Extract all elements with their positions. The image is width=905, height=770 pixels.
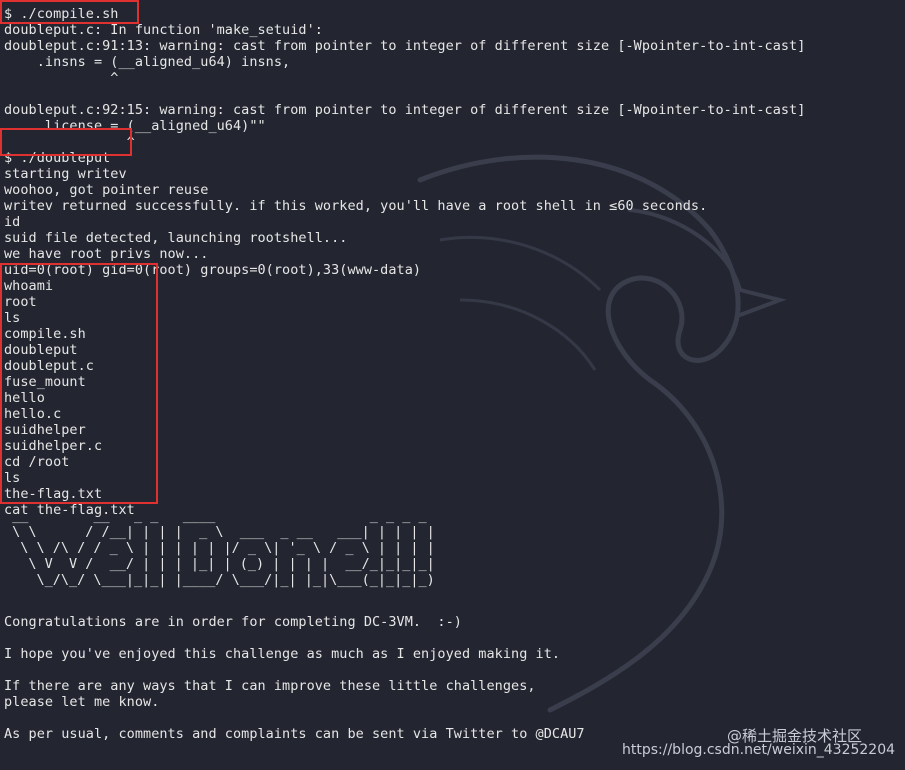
terminal-line: doubleput.c: In function 'make_setuid': — [4, 22, 323, 38]
message-line: Congratulations are in order for complet… — [4, 614, 462, 630]
highlight-doubleput-command — [0, 128, 132, 156]
terminal-window[interactable]: $ ./compile.sh doubleput.c: In function '… — [0, 0, 905, 770]
terminal-line: woohoo, got pointer reuse — [4, 182, 209, 198]
message-line: If there are any ways that I can improve… — [4, 678, 536, 694]
terminal-line: starting writev — [4, 166, 127, 182]
watermark-url: https://blog.csdn.net/weixin_43252204 — [622, 742, 896, 758]
message-line: As per usual, comments and complaints ca… — [4, 726, 585, 742]
message-line: please let me know. — [4, 694, 160, 710]
well-done-ascii-art: __ __ _ _ ____ _ _ _ _ \ \ / /__| | | | … — [12, 508, 435, 588]
terminal-line: .insns = (__aligned_u64) insns, — [4, 54, 291, 70]
message-line: I hope you've enjoyed this challenge as … — [4, 646, 561, 662]
terminal-line: id — [4, 214, 21, 230]
highlight-root-shell-output — [0, 263, 158, 504]
highlight-compile-command — [0, 0, 139, 24]
terminal-line: ^ — [4, 70, 119, 86]
terminal-line: we have root privs now... — [4, 246, 209, 262]
terminal-line: doubleput.c:92:15: warning: cast from po… — [4, 102, 806, 118]
terminal-line: writev returned successfully. if this wo… — [4, 198, 708, 214]
terminal-line: doubleput.c:91:13: warning: cast from po… — [4, 38, 806, 54]
terminal-line: suid file detected, launching rootshell.… — [4, 230, 348, 246]
